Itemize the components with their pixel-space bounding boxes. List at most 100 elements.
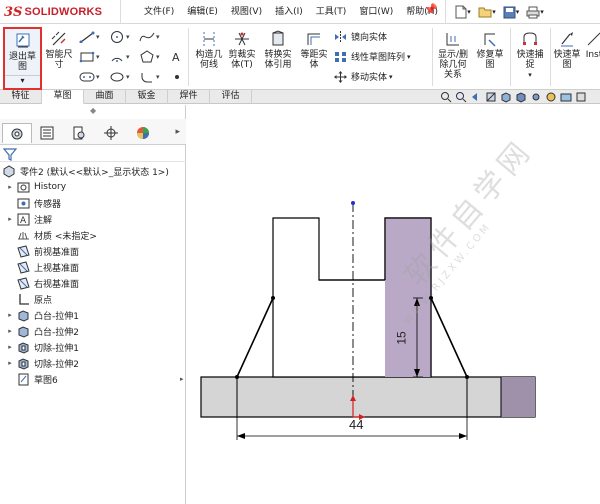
slot-tool[interactable] <box>78 70 96 84</box>
tab-sketch[interactable]: 草图 <box>42 90 84 104</box>
repair-sketch-button[interactable]: 修复草 图 <box>472 27 508 70</box>
tree-item-cut-extrude2[interactable]: ▸ 切除-拉伸2 <box>6 355 79 371</box>
tab-features[interactable]: 特征 <box>0 90 42 104</box>
construction-geometry-button[interactable]: 构造几 何线 <box>191 27 227 70</box>
solidworks-logo[interactable]: 3S SOLIDWORKS <box>4 3 116 21</box>
tab-sheet-metal[interactable]: 钣金 <box>126 90 168 104</box>
tree-root-part[interactable]: 零件2 (默认<<默认>_显示状态 1>) <box>2 163 169 179</box>
expand-icon[interactable]: ▸ <box>6 343 14 351</box>
print-button[interactable]: ▾ <box>524 3 546 21</box>
menu-tools[interactable]: 工具(T) <box>310 4 354 20</box>
tab-property-manager[interactable] <box>32 123 62 143</box>
tab-feature-manager[interactable] <box>2 123 32 143</box>
trim-entities-button[interactable]: 剪裁实 体(T) <box>224 27 260 70</box>
tree-item-right-plane[interactable]: 右视基准面 <box>6 275 79 291</box>
tree-item-annotations[interactable]: ▸ A 注解 <box>6 211 52 227</box>
save-button[interactable]: ▾ <box>500 3 522 21</box>
view-orientation-icon[interactable] <box>500 91 512 103</box>
expand-icon[interactable]: ▸ <box>6 327 14 335</box>
tab-evaluate[interactable]: 评估 <box>210 90 252 104</box>
chevron-right-icon[interactable]: ▸ <box>175 127 180 137</box>
menu-window[interactable]: 窗口(W) <box>353 4 400 20</box>
display-relations-button[interactable]: 显示/删 除几何 关系 <box>434 27 472 80</box>
point-tool[interactable] <box>168 70 186 84</box>
text-tool[interactable]: A <box>168 50 186 64</box>
tree-item-boss-extrude1[interactable]: ▸ 凸台-拉伸1 <box>6 307 79 323</box>
line-tool[interactable] <box>78 30 96 44</box>
graphics-area[interactable]: 软件自学网 WWW.RJZXW.COM 15 44 <box>187 105 600 504</box>
expand-icon[interactable]: ▸ <box>6 183 14 191</box>
chevron-down-icon[interactable]: ▾ <box>126 33 130 41</box>
mirror-entities-button[interactable]: 镜向实体 <box>334 30 387 43</box>
chevron-down-icon[interactable]: ▾ <box>389 73 393 81</box>
tree-item-boss-extrude2[interactable]: ▸ 凸台-拉伸2 <box>6 323 79 339</box>
zoom-to-area-icon[interactable] <box>455 91 467 103</box>
menu-help[interactable]: 帮助(H) <box>400 4 445 20</box>
edit-appearance-icon[interactable] <box>545 91 557 103</box>
ellipse-tool[interactable] <box>108 70 126 84</box>
expand-icon[interactable]: ▸ <box>6 311 14 319</box>
chevron-down-icon[interactable]: ▾ <box>126 73 130 81</box>
smart-dimension-button[interactable]: 智能尺 寸 <box>44 27 74 70</box>
zoom-to-fit-icon[interactable] <box>440 91 452 103</box>
tree-item-origin[interactable]: 原点 <box>6 291 52 307</box>
open-file-button[interactable]: ▾ <box>476 3 498 21</box>
tree-item-material[interactable]: 材质 <未指定> <box>6 227 97 243</box>
chevron-down-icon[interactable]: ▾ <box>126 53 130 61</box>
tab-weldments[interactable]: 焊件 <box>168 90 210 104</box>
tree-item-sketch6[interactable]: 草图6 <box>6 371 58 387</box>
rapid-sketch-button[interactable]: 快速草 图 <box>551 27 583 70</box>
chevron-down-icon[interactable]: ▾ <box>96 53 100 61</box>
fillet-tool[interactable] <box>138 70 156 84</box>
arc-tool[interactable] <box>108 50 126 64</box>
previous-view-icon[interactable] <box>470 91 482 103</box>
chevron-down-icon[interactable]: ▾ <box>156 33 160 41</box>
chevron-down-icon[interactable]: ▾ <box>407 53 411 61</box>
rectangle-tool[interactable] <box>78 50 96 64</box>
quick-snaps-button[interactable]: 快速捕 捉 ▾ <box>512 27 548 80</box>
offset-entities-button[interactable]: 等距实 体 <box>296 27 332 70</box>
expand-icon[interactable]: ▸ <box>6 359 14 367</box>
spline-tool[interactable] <box>138 30 156 44</box>
move-entities-button[interactable]: 移动实体 ▾ <box>334 70 393 83</box>
chevron-down-icon[interactable]: ▾ <box>156 53 160 61</box>
chevron-down-icon[interactable]: ▾ <box>96 33 100 41</box>
tab-dimxpert-manager[interactable] <box>96 123 126 143</box>
circle-tool[interactable] <box>108 30 126 44</box>
tree-filter[interactable] <box>0 145 186 162</box>
display-style-icon[interactable] <box>515 91 527 103</box>
view-settings-icon[interactable] <box>575 91 587 103</box>
menu-view[interactable]: 视图(V) <box>225 4 269 20</box>
chevron-down-icon[interactable]: ▾ <box>5 75 40 85</box>
dimension-horizontal-value[interactable]: 44 <box>349 417 363 432</box>
tree-item-cut-extrude1[interactable]: ▸ 切除-拉伸1 <box>6 339 79 355</box>
polygon-tool[interactable] <box>138 50 156 64</box>
chevron-down-icon[interactable]: ▾ <box>96 73 100 81</box>
menu-insert[interactable]: 插入(I) <box>269 4 310 20</box>
apply-scene-icon[interactable] <box>560 91 572 103</box>
pin-icon[interactable]: 📌 <box>424 3 438 16</box>
tab-configuration-manager[interactable] <box>64 123 94 143</box>
dimension-vertical-value[interactable]: 15 <box>395 331 409 344</box>
exit-sketch-button[interactable]: 退出草 图 ▾ <box>3 27 42 90</box>
tree-item-top-plane[interactable]: 上视基准面 <box>6 259 79 275</box>
ellipse-icon <box>110 72 124 82</box>
panel-collapse-icon[interactable]: ▸ <box>180 375 184 383</box>
tab-surfaces[interactable]: 曲面 <box>84 90 126 104</box>
chevron-down-icon[interactable]: ▾ <box>156 73 160 81</box>
panel-grip-icon[interactable]: ◆ <box>90 106 96 115</box>
new-file-button[interactable]: ▾ <box>452 3 474 21</box>
hide-show-items-icon[interactable] <box>530 91 542 103</box>
tab-display-manager[interactable] <box>128 123 158 143</box>
linear-pattern-button[interactable]: 线性草图阵列 ▾ <box>334 50 411 63</box>
convert-entities-button[interactable]: 转换实 体引用 <box>260 27 296 70</box>
menu-edit[interactable]: 编辑(E) <box>181 4 225 20</box>
instant2d-button[interactable]: Inst <box>584 27 600 60</box>
menu-file[interactable]: 文件(F) <box>138 4 181 20</box>
chevron-down-icon[interactable]: ▾ <box>528 70 532 80</box>
tree-item-sensors[interactable]: 传感器 <box>6 195 61 211</box>
expand-icon[interactable]: ▸ <box>6 215 14 223</box>
section-view-icon[interactable] <box>485 91 497 103</box>
tree-item-history[interactable]: ▸ History <box>6 179 66 195</box>
tree-item-front-plane[interactable]: 前视基准面 <box>6 243 79 259</box>
